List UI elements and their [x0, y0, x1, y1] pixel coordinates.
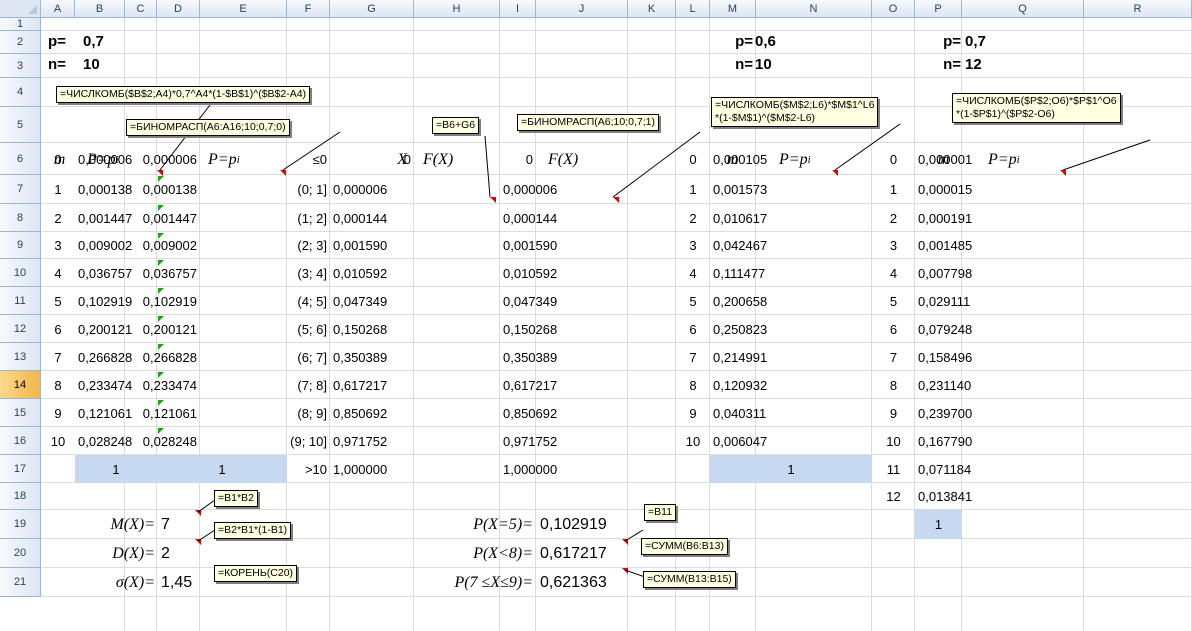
note-line: *(1-$M$1)^($M$2-L6) [715, 112, 816, 124]
comment-note-2[interactable]: =БИНОМРАСП(A6:A16;10;0,7;0) [126, 119, 290, 136]
comment-note-1[interactable]: =ЧИСЛКОМБ($B$2;A4)*0,7^A4*(1-$B$1)^($B$2… [56, 86, 311, 103]
comment-note-4[interactable]: =БИНОМРАСП(A6;10;0,7;1) [517, 114, 659, 131]
comment-note-7[interactable]: =B1*B2 [214, 490, 258, 507]
comment-note-9[interactable]: =КОРЕНЬ(C20) [214, 565, 298, 582]
note-line: =ЧИСЛКОМБ($P$2;O6)*$P$1^O6 [956, 95, 1117, 107]
note-line: *(1-$P$1)^($P$2-O6) [956, 108, 1055, 120]
spreadsheet[interactable]: ABCDEFGHIJKLMNOPQR 1 2 3 4 5 6 7 8 9 10 11 12 13 14 15… [0, 0, 1192, 631]
comment-note-3[interactable]: =B6+G6 [432, 117, 480, 134]
comment-note-6[interactable]: =ЧИСЛКОМБ($P$2;O6)*$P$1^O6 *(1-$P$1)^($P$… [952, 93, 1121, 123]
comment-note-11[interactable]: =СУММ(B6:B13) [641, 538, 728, 555]
comment-note-12[interactable]: =СУММ(B13:B15) [643, 571, 736, 588]
comment-note-10[interactable]: =B11 [644, 504, 677, 521]
comment-note-5[interactable]: =ЧИСЛКОМБ($M$2;L6)*$M$1^L6 *(1-$M$1)^($M$… [711, 97, 879, 127]
comment-note-8[interactable]: =B2*B1*(1-B1) [214, 522, 292, 539]
note-line: =ЧИСЛКОМБ($M$2;L6)*$M$1^L6 [715, 99, 875, 111]
